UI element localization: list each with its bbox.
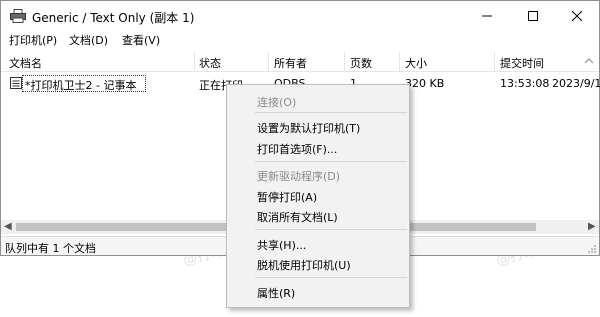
column-divider[interactable] (194, 52, 195, 72)
menu-separator (255, 229, 407, 230)
column-header-pages[interactable]: 页数 (350, 55, 372, 71)
context-menu: 连接(O) 设置为默认打印机(T) 打印首选项(F)... 更新驱动程序(D) … (226, 84, 410, 308)
menu-document[interactable]: 文档(D) (69, 32, 108, 48)
document-icon (10, 77, 22, 89)
resize-grip-icon[interactable] (586, 243, 597, 254)
close-icon (572, 11, 582, 21)
size-cell: 320 KB (405, 77, 445, 90)
date-cell: 2023/9/1 (552, 77, 600, 90)
menu-bar: 打印机(P) 文档(D) 查看(V) (1, 31, 599, 49)
minimize-button[interactable] (464, 1, 510, 31)
title-bar: Generic / Text Only (副本 1) (1, 1, 599, 31)
chevron-up-icon (584, 58, 594, 64)
scroll-left-icon[interactable]: ◀ (4, 221, 12, 232)
menu-item-cancel-all[interactable]: 取消所有文档(L) (257, 209, 338, 225)
menu-item-pause-printing[interactable]: 暂停打印(A) (257, 189, 317, 205)
menu-view[interactable]: 查看(V) (122, 32, 160, 48)
menu-item-connect: 连接(O) (257, 96, 297, 109)
column-header-row: 文档名 状态 所有者 页数 大小 提交时间 (1, 52, 599, 72)
queue-status-text: 队列中有 1 个文档 (5, 242, 96, 255)
maximize-button[interactable] (510, 1, 556, 31)
minimize-icon (482, 15, 492, 17)
menu-separator (255, 277, 407, 278)
menu-item-use-offline[interactable]: 脱机使用打印机(U) (257, 257, 351, 273)
scroll-right-icon[interactable]: ▶ (588, 221, 596, 232)
menu-item-set-default[interactable]: 设置为默认打印机(T) (257, 120, 360, 136)
column-divider[interactable] (494, 52, 495, 72)
maximize-icon (528, 11, 538, 21)
column-header-document[interactable]: 文档名 (9, 55, 42, 71)
column-header-owner[interactable]: 所有者 (274, 55, 307, 71)
column-header-status[interactable]: 状态 (199, 55, 221, 71)
menu-printer[interactable]: 打印机(P) (9, 32, 57, 48)
column-divider[interactable] (268, 52, 269, 72)
menu-item-sharing[interactable]: 共享(H)... (257, 237, 306, 253)
menu-item-printing-preferences[interactable]: 打印首选项(F)... (257, 141, 337, 157)
close-button[interactable] (554, 1, 600, 31)
menu-item-update-driver: 更新驱动程序(D) (257, 170, 341, 183)
time-cell: 13:53:08 (500, 77, 550, 90)
menu-separator (255, 161, 407, 162)
column-divider[interactable] (344, 52, 345, 72)
menu-item-properties[interactable]: 属性(R) (257, 285, 295, 301)
printer-icon (10, 9, 26, 23)
column-divider[interactable] (399, 52, 400, 72)
column-header-size[interactable]: 大小 (405, 55, 427, 71)
column-header-submitted[interactable]: 提交时间 (500, 55, 544, 71)
document-name-cell: *打印机卫士2 - 记事本 (25, 79, 137, 92)
window-title: Generic / Text Only (副本 1) (32, 11, 195, 25)
menu-separator (255, 112, 407, 113)
